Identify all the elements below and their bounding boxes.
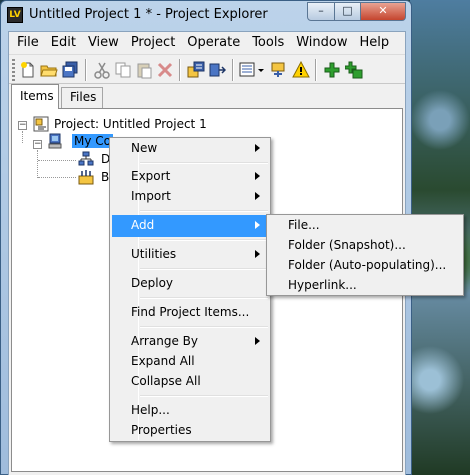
toolbar-separator (232, 59, 234, 81)
menu-edit[interactable]: Edit (45, 32, 82, 54)
menu-separator (140, 268, 268, 270)
sub-item-hyperlink[interactable]: Hyperlink... (269, 275, 461, 295)
view-options-icon[interactable] (239, 61, 265, 79)
menu-help[interactable]: Help (353, 32, 395, 54)
tree-item-project[interactable]: Project: Untitled Project 1 (54, 115, 207, 133)
copy-icon[interactable] (114, 61, 132, 79)
menu-project[interactable]: Project (125, 32, 181, 54)
tab-strip: Items Files (9, 84, 405, 109)
menu-file[interactable]: File (11, 32, 45, 54)
warning-icon[interactable] (292, 60, 310, 79)
ctx-item-export[interactable]: Export (112, 166, 268, 188)
menu-separator (140, 239, 268, 241)
submenu-arrow-icon (255, 144, 260, 152)
menu-separator (140, 326, 268, 328)
submenu-arrow-icon (255, 250, 260, 258)
add-file-icon[interactable] (344, 61, 363, 79)
toolbar (9, 54, 405, 84)
tree-line (38, 177, 76, 178)
ctx-item-expand-label: Expand All (131, 354, 195, 368)
menu-separator (140, 162, 268, 164)
ctx-item-utilities[interactable]: Utilities (112, 244, 268, 266)
build-icon[interactable] (187, 61, 205, 79)
close-button[interactable]: ✕ (360, 2, 406, 21)
ctx-item-help[interactable]: Help... (112, 400, 268, 422)
tab-files[interactable]: Files (61, 87, 103, 108)
context-menu: New Export Import Add Utilities Deploy F… (109, 137, 271, 442)
ctx-item-properties[interactable]: Properties (112, 420, 268, 442)
computer-icon (48, 133, 64, 149)
cut-icon[interactable] (93, 61, 111, 79)
tab-items[interactable]: Items (11, 84, 59, 109)
ctx-item-arrange-label: Arrange By (131, 334, 198, 348)
menu-operate[interactable]: Operate (181, 32, 246, 54)
ctx-item-import-label: Import (131, 189, 171, 203)
my-computer-label: My Co (72, 134, 113, 148)
add-submenu: File... Folder (Snapshot)... Folder (Aut… (266, 214, 464, 296)
toolbar-separator (85, 59, 87, 81)
minimize-button[interactable]: – (307, 2, 335, 21)
collapse-project-toggle[interactable]: − (18, 121, 27, 130)
submenu-arrow-icon (255, 221, 260, 229)
ctx-item-new[interactable]: New (112, 138, 268, 160)
new-icon[interactable] (19, 61, 37, 79)
ctx-item-add-label: Add (131, 218, 155, 232)
open-icon[interactable] (40, 61, 58, 79)
ctx-item-expand-all[interactable]: Expand All (112, 351, 268, 373)
ctx-item-deploy-label: Deploy (131, 276, 174, 290)
project-icon (33, 116, 49, 132)
menu-window[interactable]: Window (290, 32, 353, 54)
labview-app-icon: LV (7, 7, 23, 23)
project-settings-icon[interactable] (269, 61, 287, 79)
ctx-item-export-label: Export (131, 169, 171, 183)
toolbar-grip[interactable] (12, 59, 15, 81)
save-all-icon[interactable] (61, 61, 79, 79)
maximize-button[interactable]: □ (334, 2, 361, 21)
title-bar[interactable]: LV Untitled Project 1 * - Project Explor… (1, 1, 411, 29)
deploy-icon[interactable] (208, 61, 227, 79)
paste-icon[interactable] (135, 61, 153, 79)
ctx-item-collapse-all[interactable]: Collapse All (112, 371, 268, 393)
menu-separator (140, 395, 268, 397)
tree-line (22, 131, 23, 143)
ctx-item-find-label: Find Project Items... (131, 305, 250, 319)
ctx-item-collapse-label: Collapse All (131, 374, 201, 388)
ctx-item-deploy[interactable]: Deploy (112, 273, 268, 295)
ctx-item-arrange-by[interactable]: Arrange By (112, 331, 268, 353)
window-title: Untitled Project 1 * - Project Explorer (29, 7, 268, 22)
sub-item-folder-snapshot[interactable]: Folder (Snapshot)... (269, 235, 461, 255)
dependencies-icon (78, 151, 94, 167)
toolbar-separator (179, 59, 181, 81)
collapse-computer-toggle[interactable]: − (33, 140, 42, 149)
tree-line (37, 150, 38, 178)
submenu-arrow-icon (255, 192, 260, 200)
ctx-item-find-project-items[interactable]: Find Project Items... (112, 302, 268, 324)
toolbar-separator (315, 59, 317, 81)
sub-item-folder-auto[interactable]: Folder (Auto-populating)... (269, 255, 461, 275)
ctx-item-import[interactable]: Import (112, 186, 268, 208)
menu-bar: File Edit View Project Operate Tools Win… (9, 32, 405, 54)
menu-view[interactable]: View (82, 32, 125, 54)
ctx-item-help-label: Help... (131, 403, 170, 417)
sub-item-file[interactable]: File... (269, 215, 461, 235)
submenu-arrow-icon (255, 172, 260, 180)
tree-item-my-computer[interactable]: My Co (72, 132, 113, 150)
submenu-arrow-icon (255, 337, 260, 345)
ctx-item-utilities-label: Utilities (131, 247, 177, 261)
menu-separator (140, 210, 268, 212)
menu-separator (140, 297, 268, 299)
delete-icon[interactable] (156, 61, 174, 79)
add-icon[interactable] (323, 61, 341, 79)
menu-tools[interactable]: Tools (246, 32, 290, 54)
ctx-item-add[interactable]: Add (112, 215, 268, 237)
ctx-item-properties-label: Properties (131, 423, 192, 437)
ctx-item-new-label: New (131, 141, 158, 155)
build-specs-icon (78, 169, 94, 185)
tree-line (38, 160, 76, 161)
